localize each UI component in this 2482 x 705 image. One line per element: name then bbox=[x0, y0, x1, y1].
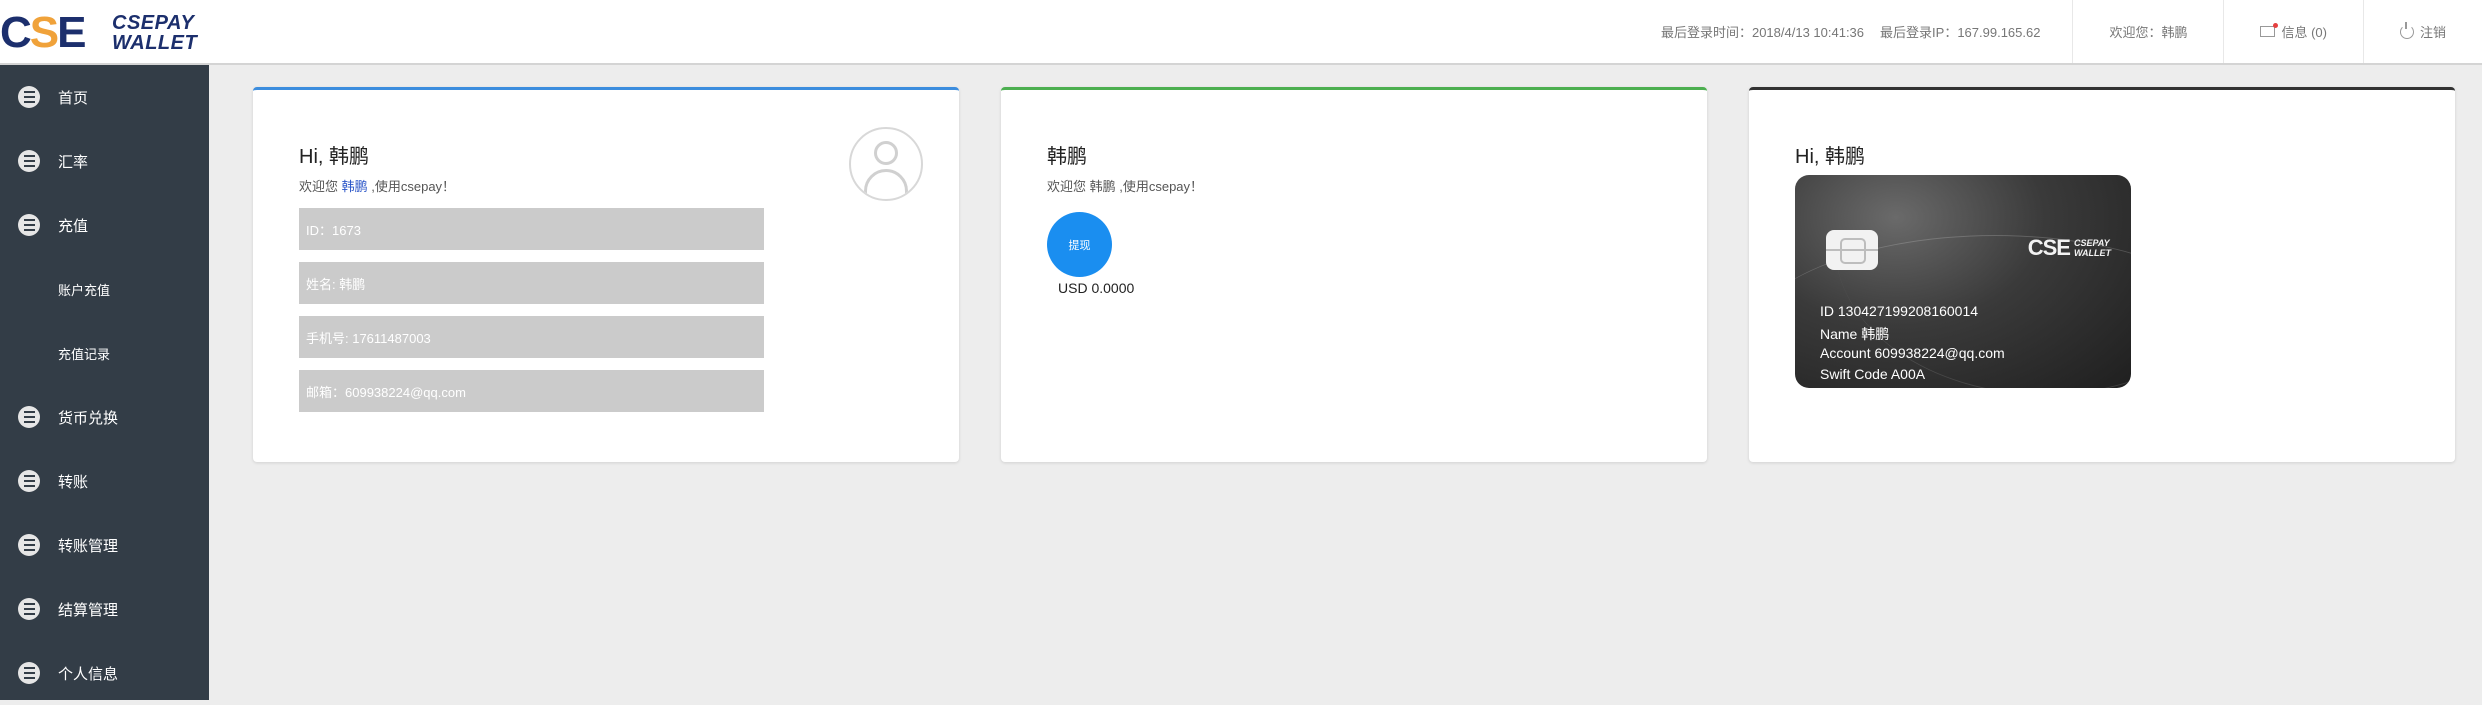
wallet-bank-card: CSE CSEPAY WALLET ID 130427199208160014 … bbox=[1795, 175, 2131, 388]
sidebar-item-label: 账户充值 bbox=[58, 282, 111, 298]
header-right: 最后登录时间：2018/4/13 10:41:36 最后登录IP：167.99.… bbox=[1613, 0, 2482, 63]
card-swift-code: Swift Code A00A bbox=[1820, 366, 1926, 382]
balance-card: 韩鹏 欢迎您 韩鹏 ,使用csepay！ 提现 USD 0.0000 bbox=[1001, 87, 1707, 462]
card-title: Hi, 韩鹏 bbox=[299, 146, 369, 168]
sidebar-item-settlement-management[interactable]: 结算管理 bbox=[0, 577, 209, 641]
sidebar-item-recharge[interactable]: 充值 bbox=[0, 193, 209, 257]
top-header: CSE CSEPAY WALLET 最后登录时间：2018/4/13 10:41… bbox=[0, 0, 2482, 65]
user-name-field: 姓名: 韩鹏 bbox=[299, 262, 764, 304]
sidebar-item-transfer[interactable]: 转账 bbox=[0, 449, 209, 513]
menu-list-icon bbox=[18, 662, 40, 684]
sidebar-item-label: 转账管理 bbox=[58, 537, 119, 555]
welcome-text: 欢迎您 韩鹏 ,使用csepay！ bbox=[1047, 179, 1204, 194]
sidebar-subitem-account-recharge[interactable]: 账户充值 bbox=[0, 257, 209, 321]
sidebar-item-label: 个人信息 bbox=[58, 665, 119, 683]
menu-list-icon bbox=[18, 406, 40, 428]
menu-list-icon bbox=[18, 214, 40, 236]
card-id: ID 130427199208160014 bbox=[1820, 303, 1979, 319]
user-id-field: ID：1673 bbox=[299, 208, 764, 250]
card-title: Hi, 韩鹏 bbox=[1795, 146, 1865, 168]
avatar-icon bbox=[849, 127, 923, 201]
card-account: Account 609938224@qq.com bbox=[1820, 345, 2005, 361]
messages-label: 信息 (0) bbox=[2281, 25, 2327, 40]
email-field: 邮箱：609938224@qq.com bbox=[299, 370, 764, 412]
balance-amount: USD 0.0000 bbox=[1058, 280, 1135, 296]
last-login-time: 最后登录时间：2018/4/13 10:41:36 bbox=[1660, 25, 1865, 40]
sidebar-item-transfer-management[interactable]: 转账管理 bbox=[0, 513, 209, 577]
user-name-link[interactable]: 韩鹏 bbox=[342, 179, 368, 194]
sidebar-item-label: 首页 bbox=[58, 89, 89, 107]
brand-logo[interactable]: CSE CSEPAY WALLET bbox=[0, 8, 215, 58]
mail-icon bbox=[2260, 23, 2279, 37]
card-title: 韩鹏 bbox=[1047, 146, 1087, 168]
sidebar-subitem-recharge-records[interactable]: 充值记录 bbox=[0, 321, 209, 385]
power-icon bbox=[2399, 21, 2414, 39]
welcome-user: 欢迎您：韩鹏 bbox=[2109, 25, 2188, 40]
sidebar-item-label: 充值 bbox=[58, 217, 89, 235]
logout-label: 注销 bbox=[2419, 25, 2446, 40]
sidebar-item-label: 货币兑换 bbox=[58, 409, 119, 427]
sidebar-item-label: 充值记录 bbox=[58, 346, 111, 362]
last-login-ip: 最后登录IP：167.99.165.62 bbox=[1880, 25, 2041, 40]
welcome-text: 欢迎您 韩鹏 ,使用csepay！ bbox=[299, 179, 456, 194]
sidebar-item-label: 结算管理 bbox=[58, 601, 119, 619]
chip-icon bbox=[1826, 230, 1878, 270]
sidebar-item-personal-info[interactable]: 个人信息 bbox=[0, 641, 209, 705]
phone-field: 手机号: 17611487003 bbox=[299, 316, 764, 358]
menu-list-icon bbox=[18, 150, 40, 172]
sidebar-item-label: 汇率 bbox=[58, 153, 89, 171]
card-logo: CSE CSEPAY WALLET bbox=[2027, 235, 2111, 260]
messages-link[interactable]: 信息 (0) bbox=[2224, 0, 2363, 63]
menu-list-icon bbox=[18, 598, 40, 620]
menu-list-icon bbox=[18, 470, 40, 492]
login-info: 最后登录时间：2018/4/13 10:41:36 最后登录IP：167.99.… bbox=[1613, 0, 2072, 63]
profile-card: Hi, 韩鹏 欢迎您 韩鹏 ,使用csepay！ ID：1673 姓名: 韩鹏 … bbox=[253, 87, 959, 462]
logo-mark: CSE bbox=[0, 8, 87, 57]
logo-text: CSEPAY WALLET bbox=[112, 12, 198, 54]
withdraw-button[interactable]: 提现 bbox=[1047, 212, 1112, 277]
sidebar-item-exchange-rate[interactable]: 汇率 bbox=[0, 129, 209, 193]
logout-link[interactable]: 注销 bbox=[2364, 0, 2482, 63]
sidebar-item-label: 转账 bbox=[58, 473, 89, 491]
sidebar-item-currency-exchange[interactable]: 货币兑换 bbox=[0, 385, 209, 449]
sidebar-item-home[interactable]: 首页 bbox=[0, 65, 209, 129]
menu-list-icon bbox=[18, 86, 40, 108]
bank-card-panel: Hi, 韩鹏 CSE CSEPAY WALLET ID 130427199208… bbox=[1749, 87, 2455, 462]
card-name: Name 韩鹏 bbox=[1820, 326, 1890, 342]
sidebar: 首页 汇率 充值 账户充值 充值记录 货币兑换 转账 转账管理 结算管理 个人信… bbox=[0, 65, 209, 700]
menu-list-icon bbox=[18, 534, 40, 556]
